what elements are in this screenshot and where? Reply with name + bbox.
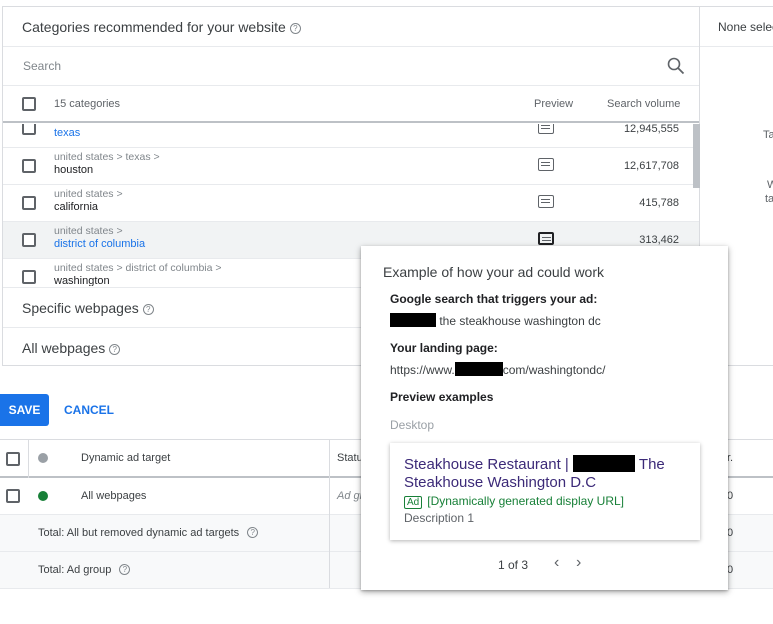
trigger-text: the steakhouse washington dc [439, 314, 601, 328]
ad-headline-start: Steakhouse Restaurant | [404, 456, 569, 473]
ad-preview-popup: Example of how your ad could work Google… [361, 246, 728, 590]
help-icon[interactable]: ? [289, 23, 301, 34]
list-item: united states > texas > houston 12,617,7… [3, 148, 699, 185]
chevron-right-icon[interactable]: › [576, 554, 581, 572]
specific-webpages-wrap: Specific webpages? [22, 300, 154, 316]
category-volume: 12,617,708 [623, 160, 679, 172]
all-webpages-label: All webpages [22, 340, 106, 356]
help-icon[interactable]: ? [142, 304, 154, 315]
row-checkbox[interactable] [22, 233, 36, 247]
categories-title: Categories recommended for your website [22, 19, 286, 35]
cancel-button[interactable]: CANCEL [56, 394, 122, 426]
categories-title-wrap: Categories recommended for your website? [22, 19, 301, 35]
landing-prefix: https://www. [390, 363, 455, 377]
category-name[interactable]: district of columbia [54, 238, 145, 250]
column-target[interactable]: Dynamic ad target [81, 452, 170, 464]
category-volume: 313,462 [639, 234, 679, 246]
examples-label: Preview examples [390, 390, 494, 404]
category-volume: 415,788 [639, 197, 679, 209]
category-name: california [54, 201, 99, 213]
row-checkbox[interactable] [6, 489, 20, 503]
column-search-volume[interactable]: Search volume [607, 98, 680, 110]
search-row [3, 47, 699, 86]
list-scrollbar[interactable] [693, 124, 700, 188]
enabled-dot-icon [38, 491, 48, 501]
chevron-left-icon[interactable]: ‹ [554, 554, 559, 572]
column-divider [329, 440, 330, 588]
categories-column-header: 15 categories Preview Search volume [3, 86, 699, 123]
search-input[interactable] [23, 59, 623, 73]
selection-hint: W [767, 179, 773, 191]
redaction-box [573, 455, 636, 472]
category-path: united states > district of columbia > [54, 262, 222, 274]
popup-title: Example of how your ad could work [383, 264, 604, 280]
category-path: united states > [54, 225, 123, 237]
device-label: Desktop [390, 418, 435, 432]
category-path: united states > texas > [54, 151, 160, 163]
row-checkbox[interactable] [22, 124, 36, 135]
ad-headline: Steakhouse Restaurant | The Steakhouse W… [404, 455, 689, 492]
specific-webpages-label: Specific webpages [22, 300, 139, 316]
save-button[interactable]: SAVE [0, 394, 49, 426]
total-label-text: Total: Ad group [38, 564, 112, 576]
search-icon[interactable] [667, 57, 685, 75]
help-icon[interactable]: ? [247, 527, 259, 538]
selection-status: None selec [718, 20, 773, 34]
category-name: washington [54, 275, 110, 286]
category-path: united states > [54, 188, 123, 200]
selection-hint: Ta [763, 129, 773, 141]
select-all-checkbox[interactable] [6, 452, 20, 466]
trigger-label: Google search that triggers your ad: [390, 292, 598, 306]
landing-label: Your landing page: [390, 341, 498, 355]
column-preview: Preview [534, 98, 574, 110]
ad-preview-card: Steakhouse Restaurant | The Steakhouse W… [390, 443, 700, 540]
landing-suffix: com/washingtondc/ [502, 363, 606, 377]
row-checkbox[interactable] [22, 196, 36, 210]
help-icon[interactable]: ? [119, 564, 131, 575]
preview-icon[interactable] [538, 158, 554, 171]
category-name: houston [54, 164, 94, 176]
preview-icon[interactable] [538, 124, 554, 134]
list-item: texas 12,945,555 [3, 124, 699, 148]
total-label: Total: All but removed dynamic ad target… [38, 527, 259, 539]
ad-url-text: [Dynamically generated display URL] [427, 494, 624, 508]
row-checkbox[interactable] [22, 270, 36, 284]
status-dot-icon [38, 453, 48, 463]
pager-label: 1 of 3 [498, 558, 529, 572]
selection-header: None selec [700, 7, 773, 47]
target-name[interactable]: All webpages [81, 490, 146, 502]
ad-display-url: Ad [Dynamically generated display URL] [404, 494, 624, 509]
selection-hint: ta [765, 193, 773, 205]
category-name[interactable]: texas [54, 127, 80, 139]
trigger-query: the steakhouse washington dc [390, 313, 601, 328]
preview-icon[interactable] [538, 195, 554, 208]
column-divider [28, 440, 29, 478]
target-status: Ad gr [337, 490, 364, 502]
total-label-text: Total: All but removed dynamic ad target… [38, 527, 240, 539]
row-checkbox[interactable] [22, 159, 36, 173]
redaction-box [390, 313, 436, 327]
total-label: Total: Ad group? [38, 564, 131, 576]
list-item: united states > california 415,788 [3, 185, 699, 222]
redaction-box [454, 362, 503, 376]
ad-badge: Ad [404, 496, 423, 509]
column-status[interactable]: Statu [337, 452, 363, 464]
preview-icon[interactable] [538, 232, 554, 245]
categories-header: Categories recommended for your website? [3, 7, 699, 47]
ad-description: Description 1 [404, 511, 475, 525]
help-icon[interactable]: ? [109, 344, 121, 355]
landing-url: https://www. com/washingtondc/ [390, 362, 605, 377]
select-all-checkbox[interactable] [22, 97, 36, 111]
category-volume: 12,945,555 [623, 124, 679, 135]
category-count: 15 categories [54, 98, 121, 110]
all-webpages-wrap: All webpages? [22, 340, 121, 356]
